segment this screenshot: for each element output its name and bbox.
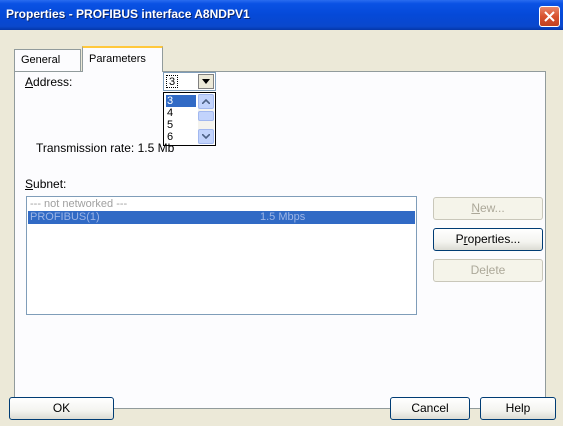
new-button[interactable]: New... — [433, 197, 543, 220]
help-button[interactable]: Help — [480, 397, 556, 420]
close-button[interactable] — [539, 6, 560, 27]
address-option[interactable]: 4 — [166, 107, 196, 119]
chevron-up-icon — [202, 99, 210, 104]
subnet-rate: 1.5 Mbps — [260, 211, 306, 223]
scroll-thumb[interactable] — [198, 111, 214, 121]
dropdown-scrollbar[interactable] — [198, 94, 214, 144]
ok-button[interactable]: OK — [9, 397, 114, 420]
address-dropdown-button[interactable] — [198, 74, 214, 89]
subnet-name: --- not networked --- — [30, 198, 128, 210]
list-item[interactable]: --- not networked --- — [28, 198, 415, 211]
tab-general-label: General — [21, 54, 61, 66]
scroll-down-button[interactable] — [198, 129, 214, 144]
window-title: Properties - PROFIBUS interface A8NDPV1 — [6, 7, 250, 21]
tab-parameters-label: Parameters — [89, 53, 146, 65]
address-option[interactable]: 3 — [166, 95, 196, 107]
chevron-down-icon — [202, 79, 210, 84]
scroll-up-button[interactable] — [198, 94, 214, 109]
address-label: Address: — [25, 75, 73, 89]
dialog-client-area: General Parameters Address: 3 3 4 5 6 Tr… — [3, 30, 560, 423]
subnet-name: PROFIBUS(1) — [30, 211, 100, 223]
address-option[interactable]: 5 — [166, 119, 196, 131]
transmission-rate-label: Transmission rate: 1.5 Mb — [36, 141, 175, 155]
subnet-list[interactable]: --- not networked --- PROFIBUS(1) 1.5 Mb… — [26, 196, 417, 315]
address-value: 3 — [166, 75, 179, 88]
address-combobox[interactable]: 3 — [163, 72, 216, 91]
tab-parameters[interactable]: Parameters — [82, 46, 163, 72]
close-icon — [544, 11, 555, 22]
tab-general[interactable]: General — [14, 49, 81, 71]
cancel-button[interactable]: Cancel — [390, 397, 470, 420]
list-item[interactable]: PROFIBUS(1) 1.5 Mbps — [28, 211, 415, 224]
properties-button[interactable]: Properties... — [433, 228, 543, 251]
chevron-down-icon — [202, 134, 210, 139]
title-bar[interactable]: Properties - PROFIBUS interface A8NDPV1 — [0, 0, 563, 30]
delete-button[interactable]: Delete — [433, 259, 543, 282]
subnet-label: Subnet: — [25, 177, 67, 191]
address-dropdown-list[interactable]: 3 4 5 6 — [163, 92, 216, 146]
